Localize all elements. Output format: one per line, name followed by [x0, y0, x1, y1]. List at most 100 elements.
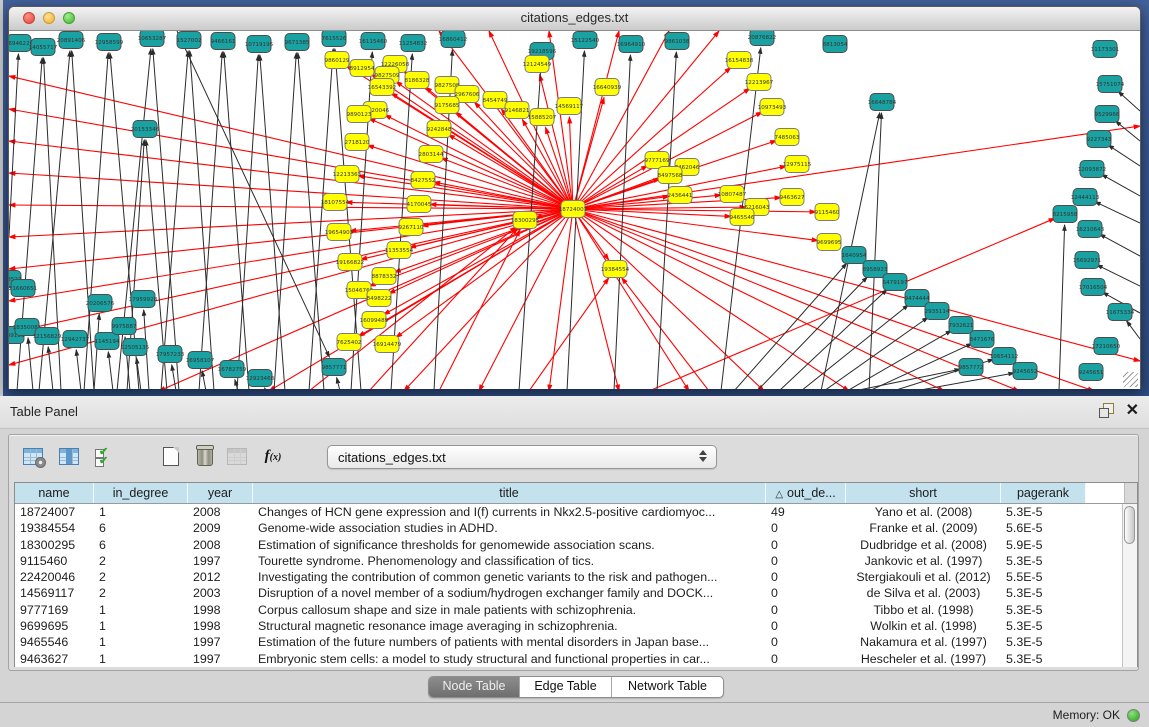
- graph-node[interactable]: 9146821: [505, 102, 530, 119]
- cell-in_degree[interactable]: 2: [94, 553, 188, 569]
- cell-year[interactable]: 2008: [188, 504, 253, 520]
- cell-title[interactable]: Estimation of significance thresholds fo…: [253, 537, 766, 553]
- graph-node[interactable]: 20891406: [57, 32, 86, 49]
- graph-node[interactable]: 9857771: [322, 359, 347, 376]
- graph-node[interactable]: 8878332: [372, 268, 397, 285]
- table-row[interactable]: 911546021997Tourette syndrome. Phenomeno…: [15, 553, 1137, 569]
- cell-out_de[interactable]: 0: [766, 602, 846, 618]
- cell-short[interactable]: de Silva et al. (2003): [846, 585, 1001, 601]
- graph-node[interactable]: 12942737: [61, 331, 90, 348]
- graph-node[interactable]: 7485063: [775, 129, 800, 146]
- graph-node[interactable]: 7625402: [337, 334, 362, 351]
- graph-node[interactable]: 8454749: [483, 92, 508, 109]
- graph-node[interactable]: 8427552: [411, 172, 436, 189]
- cell-year[interactable]: 1998: [188, 602, 253, 618]
- cell-title[interactable]: Disruption of a novel member of a sodium…: [253, 585, 766, 601]
- cell-short[interactable]: Dudbridge et al. (2008): [846, 537, 1001, 553]
- graph-node[interactable]: 12958599: [95, 34, 124, 51]
- cell-short[interactable]: Stergiakouli et al. (2012): [846, 569, 1001, 585]
- cell-pagerank[interactable]: 5.3E-5: [1001, 504, 1086, 520]
- column-header-year[interactable]: year: [188, 483, 253, 503]
- cell-pagerank[interactable]: 5.3E-5: [1001, 553, 1086, 569]
- cell-title[interactable]: Structural magnetic resonance image aver…: [253, 618, 766, 634]
- cell-title[interactable]: Genome-wide association studies in ADHD.: [253, 520, 766, 536]
- graph-node[interactable]: 9975887: [112, 318, 137, 335]
- cell-title[interactable]: Investigating the contribution of common…: [253, 569, 766, 585]
- graph-node[interactable]: 9245652: [1013, 363, 1038, 380]
- cell-pagerank[interactable]: 5.9E-5: [1001, 537, 1086, 553]
- graph-node[interactable]: 16860412: [439, 31, 467, 48]
- graph-node[interactable]: 9227343: [1087, 131, 1112, 148]
- graph-node[interactable]: 12213967: [745, 74, 774, 91]
- cell-name[interactable]: 19384554: [15, 520, 94, 536]
- table-row[interactable]: 1938455462009Genome-wide association stu…: [15, 520, 1137, 536]
- graph-node[interactable]: 18300295: [511, 212, 540, 229]
- cell-out_de[interactable]: 0: [766, 618, 846, 634]
- float-panel-icon[interactable]: [1099, 403, 1114, 418]
- graph-node[interactable]: 11353554: [385, 242, 414, 259]
- cell-out_de[interactable]: 0: [766, 553, 846, 569]
- graph-node[interactable]: 4170045: [407, 196, 432, 213]
- cell-short[interactable]: Wolkin et al. (1998): [846, 618, 1001, 634]
- memory-ok-indicator-icon[interactable]: [1127, 709, 1140, 722]
- graph-node[interactable]: 9245651: [1079, 364, 1104, 381]
- graph-node[interactable]: 9671385: [285, 34, 310, 51]
- cell-short[interactable]: Jankovic et al. (1997): [846, 553, 1001, 569]
- graph-node[interactable]: 16914479: [373, 336, 402, 353]
- graph-node[interactable]: 16115460: [359, 33, 388, 50]
- graph-node[interactable]: 9466161: [211, 33, 236, 50]
- graph-node[interactable]: 2436441: [668, 187, 693, 204]
- graph-node[interactable]: 12124549: [523, 56, 552, 73]
- cell-year[interactable]: 1998: [188, 618, 253, 634]
- graph-node[interactable]: 20153346: [131, 121, 160, 138]
- graph-node[interactable]: 9175685: [435, 97, 460, 114]
- cell-in_degree[interactable]: 1: [94, 618, 188, 634]
- graph-node[interactable]: 19654903: [325, 224, 354, 241]
- graph-node[interactable]: 18107554: [321, 194, 350, 211]
- cell-pagerank[interactable]: 5.5E-5: [1001, 569, 1086, 585]
- graph-node[interactable]: 14055717: [29, 39, 58, 56]
- graph-node[interactable]: 16210643: [1076, 221, 1105, 238]
- network-window-titlebar[interactable]: citations_edges.txt: [9, 7, 1140, 31]
- graph-node[interactable]: 15122540: [571, 32, 600, 49]
- network-table-selector[interactable]: citations_edges.txt: [327, 445, 717, 469]
- graph-node[interactable]: 19166822: [336, 254, 364, 271]
- table-row[interactable]: 946362711997Embryonic stem cells: a mode…: [15, 651, 1137, 667]
- tab-network-table[interactable]: Network Table: [611, 677, 723, 697]
- cell-name[interactable]: 9777169: [15, 602, 94, 618]
- tab-edge-table[interactable]: Edge Table: [519, 677, 611, 697]
- cell-out_de[interactable]: 0: [766, 651, 846, 667]
- graph-node[interactable]: 9267110: [399, 219, 424, 236]
- select-all-rows-icon-button[interactable]: ✔ ✔: [89, 443, 117, 471]
- table-row[interactable]: 977716911998Corpus callosum shape and si…: [15, 602, 1137, 618]
- vertical-scrollbar-thumb[interactable]: [1124, 506, 1135, 544]
- graph-node[interactable]: 10719195: [245, 36, 274, 53]
- cell-out_de[interactable]: 0: [766, 537, 846, 553]
- graph-node[interactable]: 17210650: [1092, 338, 1121, 355]
- cell-year[interactable]: 2008: [188, 537, 253, 553]
- cell-in_degree[interactable]: 1: [94, 602, 188, 618]
- cell-out_de[interactable]: 0: [766, 520, 846, 536]
- cell-out_de[interactable]: 0: [766, 585, 846, 601]
- graph-node[interactable]: 11254832: [399, 35, 427, 52]
- table-row[interactable]: 946554611997Estimation of the future num…: [15, 634, 1137, 650]
- graph-node[interactable]: 10973493: [758, 99, 787, 116]
- graph-node[interactable]: 9242848: [427, 121, 452, 138]
- graph-node[interactable]: 12093872: [1078, 161, 1106, 178]
- graph-node[interactable]: 11173301: [1091, 41, 1120, 58]
- cell-in_degree[interactable]: 2: [94, 585, 188, 601]
- graph-node[interactable]: 20876822: [748, 31, 776, 46]
- graph-node[interactable]: 9861038: [665, 33, 690, 50]
- network-view-window[interactable]: citations_edges.txt 16946226140557172089…: [8, 6, 1141, 389]
- graph-node[interactable]: 16543392: [368, 79, 396, 96]
- graph-node[interactable]: 9465546: [730, 209, 755, 226]
- cell-pagerank[interactable]: 5.3E-5: [1001, 602, 1086, 618]
- graph-node[interactable]: 16099489: [360, 312, 389, 329]
- graph-node[interactable]: 16648784: [868, 94, 897, 111]
- graph-node[interactable]: 9529966: [1095, 106, 1120, 123]
- graph-node[interactable]: 20206576: [86, 295, 115, 312]
- network-canvas[interactable]: 1694622614055717208914061295859910653287…: [9, 31, 1140, 389]
- cell-in_degree[interactable]: 1: [94, 634, 188, 650]
- graph-node[interactable]: 12923468: [246, 370, 275, 387]
- window-resize-grip[interactable]: [1123, 372, 1138, 387]
